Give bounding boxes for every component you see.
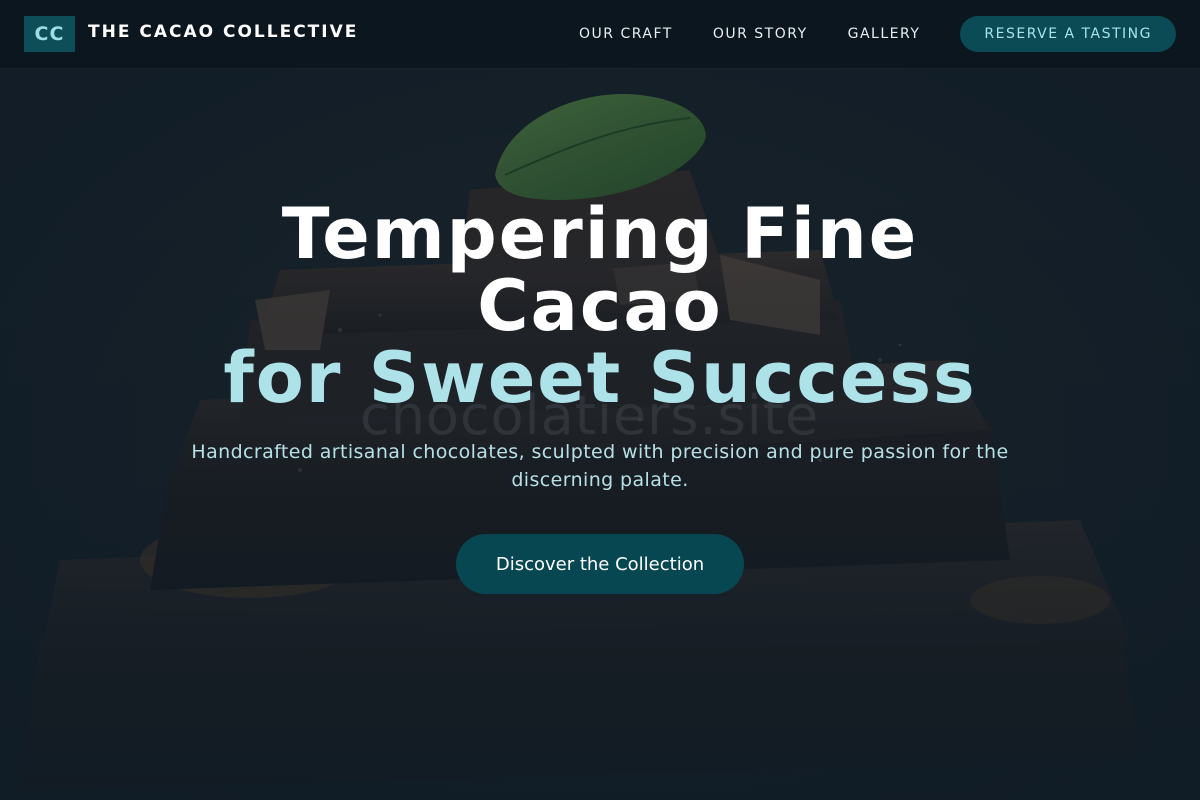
logo[interactable]: CC <box>24 16 75 52</box>
hero-subtitle: Handcrafted artisanal chocolates, sculpt… <box>191 441 1009 491</box>
discover-collection-button[interactable]: Discover the Collection <box>456 534 744 594</box>
hero-title-line-2: for Sweet Success <box>223 337 977 419</box>
hero-title-line-1: Tempering Fine Cacao <box>281 193 919 347</box>
hero-section: Tempering Fine Cacao for Sweet Success H… <box>0 198 1200 594</box>
main-nav: OUR CRAFT OUR STORY GALLERY RESERVE A TA… <box>579 16 1176 52</box>
nav-link-our-story[interactable]: OUR STORY <box>713 26 808 42</box>
site-header: CC THE CACAO COLLECTIVE OUR CRAFT OUR ST… <box>0 0 1200 69</box>
reserve-tasting-button[interactable]: RESERVE A TASTING <box>960 16 1176 52</box>
brand-name[interactable]: THE CACAO COLLECTIVE <box>88 22 358 42</box>
nav-link-our-craft[interactable]: OUR CRAFT <box>579 26 673 42</box>
page: chocolatiers.site CC THE CACAO COLLECTIV… <box>0 0 1200 800</box>
nav-link-gallery[interactable]: GALLERY <box>848 26 921 42</box>
hero-title: Tempering Fine Cacao for Sweet Success <box>0 198 1200 414</box>
